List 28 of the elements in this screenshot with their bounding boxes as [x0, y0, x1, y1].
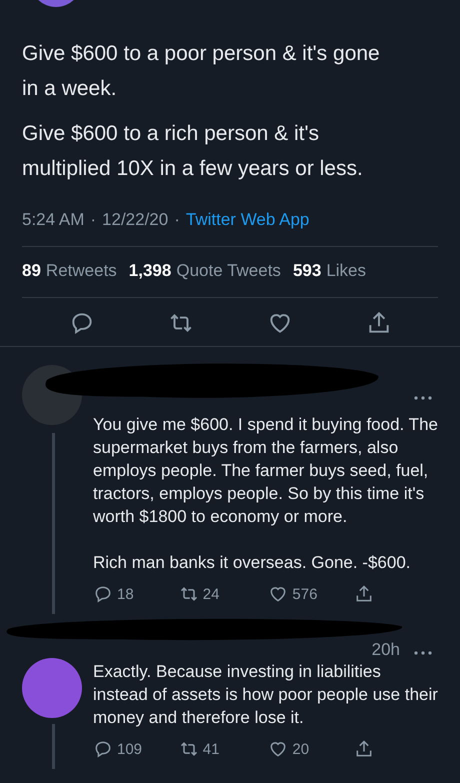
- reply-text: You give me $600. I spend it buying food. The supermarket buys from the farmers, also employs people. The farmer buys seed, fuel, tractors, employs people. So by this time it's worth $1800 to economy or more. Rich man banks it overseas. Gone. -$600.: [93, 414, 438, 574]
- stat-count: 593: [292, 261, 322, 281]
- heart-icon[interactable]: [268, 584, 288, 604]
- heart-icon[interactable]: [268, 739, 288, 759]
- tweet-text: Give $600 to a poor person & it's gone in a week.: [22, 41, 381, 102]
- like-count: 576: [292, 586, 318, 602]
- tweet-time: 5:24 AM: [22, 210, 84, 230]
- stat-count: 1,398: [128, 261, 172, 281]
- reply-text: Exactly. Because investing in liabilities instead of assets is how poor people use their money and therefore lose it.: [93, 661, 438, 729]
- stat-label[interactable]: Likes: [326, 261, 366, 281]
- reply-icon[interactable]: [93, 584, 113, 604]
- tweet-date: 12/22/20: [102, 210, 168, 230]
- share-icon[interactable]: [354, 584, 374, 604]
- like-count: 20: [292, 740, 310, 758]
- separator: ·: [90, 210, 96, 230]
- reply-count: 18: [117, 586, 134, 602]
- stat-count: 89: [22, 261, 41, 281]
- source-link[interactable]: Twitter Web App: [186, 210, 310, 230]
- tweet-text: Give $600 to a rich person & it's multiplied 10X in a few years or less.: [22, 121, 364, 182]
- reply-count: 109: [117, 740, 142, 758]
- stat-label[interactable]: Quote Tweets: [176, 261, 281, 281]
- stat-label[interactable]: Retweets: [46, 261, 117, 281]
- retweet-count: 41: [202, 740, 220, 758]
- separator: ·: [174, 210, 180, 230]
- reply-icon[interactable]: [93, 739, 113, 759]
- reply-time: 20h: [372, 640, 400, 660]
- share-icon[interactable]: [354, 739, 374, 759]
- retweet-count: 24: [202, 586, 220, 602]
